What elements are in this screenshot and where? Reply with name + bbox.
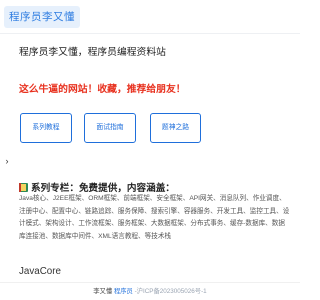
- topics-heading: 系列专栏：免费提供，内容涵盖：: [19, 180, 175, 194]
- site-footer: 李又懂 程序员 -沪ICP备2023005026号-1: [0, 282, 300, 300]
- chevron-right-icon[interactable]: ›: [3, 156, 11, 166]
- site-intro: 程序员李又懂，程序员编程资料站: [19, 47, 166, 58]
- site-header: 程序员李又懂: [0, 0, 300, 34]
- footer-site-link[interactable]: 程序员: [114, 288, 133, 295]
- footer-author: 李又懂: [93, 288, 113, 295]
- section-title-javacore: JavaCore: [19, 266, 61, 277]
- mastery-path-button[interactable]: 题神之路: [150, 113, 201, 143]
- site-logo[interactable]: 程序员李又懂: [4, 6, 80, 28]
- main-content: 程序员李又懂，程序员编程资料站 这么牛逼的网站！收藏，推荐给朋友！ 系列教程 面…: [11, 34, 293, 282]
- topics-list: Java核心、J2EE框架、ORM框架、前端框架、安全框架、API网关、消息队列…: [19, 195, 290, 240]
- footer-icp-link[interactable]: -沪ICP备2023005026号-1: [135, 288, 207, 295]
- book-icon: [19, 182, 28, 192]
- series-tutorial-button[interactable]: 系列教程: [20, 113, 72, 143]
- promo-text: 这么牛逼的网站！收藏，推荐给朋友！: [19, 84, 186, 95]
- topics-title: 系列专栏：免费提供，内容涵盖：: [31, 183, 175, 194]
- interview-guide-button[interactable]: 面试指南: [84, 113, 136, 143]
